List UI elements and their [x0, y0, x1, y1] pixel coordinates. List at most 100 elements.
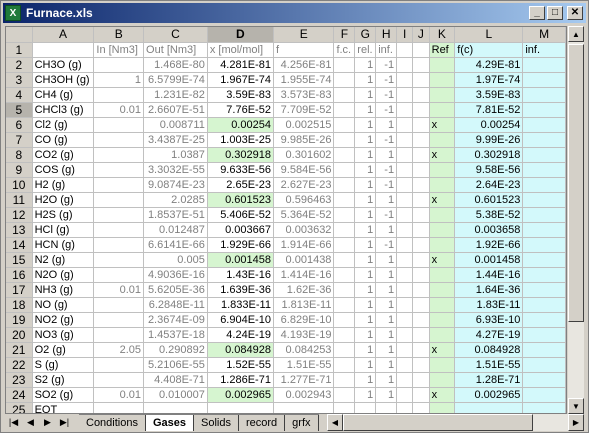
- row-header-18[interactable]: 18: [6, 297, 33, 313]
- cell-i20[interactable]: [396, 327, 414, 343]
- cell-a4[interactable]: CH4 (g): [32, 87, 95, 103]
- cell-g9[interactable]: 1: [354, 162, 377, 178]
- cell-i9[interactable]: [396, 162, 414, 178]
- cell-e2[interactable]: 4.256E-81: [273, 57, 335, 73]
- cell-j17[interactable]: [412, 282, 430, 298]
- cell-m7[interactable]: [522, 132, 566, 148]
- cell-c4[interactable]: 1.231E-82: [143, 87, 208, 103]
- cell-m14[interactable]: [522, 237, 566, 253]
- cell-f3[interactable]: [333, 72, 356, 88]
- cell-m19[interactable]: [522, 312, 566, 328]
- cell-a5[interactable]: CHCl3 (g): [32, 102, 95, 118]
- cell-a23[interactable]: S2 (g): [32, 372, 95, 388]
- cell-d18[interactable]: 1.833E-11: [207, 297, 274, 313]
- cell-j21[interactable]: [412, 342, 430, 358]
- cell-k7[interactable]: [429, 132, 456, 148]
- sheet-tab-record[interactable]: record: [238, 415, 286, 431]
- cell-j12[interactable]: [412, 207, 430, 223]
- cell-e19[interactable]: 6.829E-10: [273, 312, 335, 328]
- cell-l20[interactable]: 4.27E-19: [454, 327, 524, 343]
- cell-e12[interactable]: 5.364E-52: [273, 207, 335, 223]
- cell-g25[interactable]: [354, 402, 377, 413]
- cell-h25[interactable]: [375, 402, 398, 413]
- cell-e7[interactable]: 9.985E-26: [273, 132, 335, 148]
- cell-k8[interactable]: x: [429, 147, 456, 163]
- cell-l24[interactable]: 0.002965: [454, 387, 524, 403]
- cell-b11[interactable]: [93, 192, 145, 208]
- cell-d23[interactable]: 1.286E-71: [207, 372, 274, 388]
- cell-j14[interactable]: [412, 237, 430, 253]
- cell-c18[interactable]: 6.2848E-11: [143, 297, 208, 313]
- prev-sheet-button[interactable]: ◀: [22, 417, 39, 428]
- cell-l6[interactable]: 0.00254: [454, 117, 524, 133]
- horizontal-scroll-thumb[interactable]: [343, 414, 533, 431]
- cell-j7[interactable]: [412, 132, 430, 148]
- cell-e3[interactable]: 1.955E-74: [273, 72, 335, 88]
- row-header-17[interactable]: 17: [6, 282, 33, 298]
- cell-d15[interactable]: 0.001458: [207, 252, 274, 268]
- cell-e4[interactable]: 3.573E-83: [273, 87, 335, 103]
- cell-e18[interactable]: 1.813E-11: [273, 297, 335, 313]
- cell-j20[interactable]: [412, 327, 430, 343]
- sheet-tab-grfx[interactable]: grfx: [285, 415, 319, 431]
- cell-i23[interactable]: [396, 372, 414, 388]
- cell-j4[interactable]: [412, 87, 430, 103]
- row-header-16[interactable]: 16: [6, 267, 33, 283]
- cell-c19[interactable]: 2.3674E-09: [143, 312, 208, 328]
- cell-b24[interactable]: 0.01: [93, 387, 145, 403]
- cell-c13[interactable]: 0.012487: [143, 222, 208, 238]
- cell-e13[interactable]: 0.003632: [273, 222, 335, 238]
- cell-h9[interactable]: -1: [375, 162, 398, 178]
- cell-f16[interactable]: [333, 267, 356, 283]
- row-header-7[interactable]: 7: [6, 132, 33, 148]
- cell-h16[interactable]: 1: [375, 267, 398, 283]
- cell-j15[interactable]: [412, 252, 430, 268]
- maximize-button[interactable]: □: [547, 6, 563, 20]
- cell-i18[interactable]: [396, 297, 414, 313]
- row-header-6[interactable]: 6: [6, 117, 33, 133]
- cell-a12[interactable]: H2S (g): [32, 207, 95, 223]
- cell-g12[interactable]: 1: [354, 207, 377, 223]
- cell-l17[interactable]: 1.64E-36: [454, 282, 524, 298]
- vertical-scrollbar[interactable]: ▲ ▼: [568, 26, 584, 414]
- row-header-8[interactable]: 8: [6, 147, 33, 163]
- cell-d6[interactable]: 0.00254: [207, 117, 274, 133]
- cell-j19[interactable]: [412, 312, 430, 328]
- column-header-e[interactable]: E: [273, 27, 335, 43]
- cell-d25[interactable]: [207, 402, 274, 413]
- cell-k17[interactable]: [429, 282, 456, 298]
- cell-d22[interactable]: 1.52E-55: [207, 357, 274, 373]
- cell-j8[interactable]: [412, 147, 430, 163]
- cell-d14[interactable]: 1.929E-66: [207, 237, 274, 253]
- cell-h21[interactable]: 1: [375, 342, 398, 358]
- cell-a2[interactable]: CH3O (g): [32, 57, 95, 73]
- cell-i21[interactable]: [396, 342, 414, 358]
- cell-i8[interactable]: [396, 147, 414, 163]
- row-header-22[interactable]: 22: [6, 357, 33, 373]
- cell-j3[interactable]: [412, 72, 430, 88]
- cell-i14[interactable]: [396, 237, 414, 253]
- cell-e23[interactable]: 1.277E-71: [273, 372, 335, 388]
- cell-f10[interactable]: [333, 177, 356, 193]
- column-header-i[interactable]: I: [396, 27, 414, 43]
- cell-d11[interactable]: 0.601523: [207, 192, 274, 208]
- row-header-20[interactable]: 20: [6, 327, 33, 343]
- cell-e25[interactable]: [273, 402, 335, 413]
- cell-c8[interactable]: 1.0387: [143, 147, 208, 163]
- row-header-5[interactable]: 5: [6, 102, 33, 118]
- cell-i13[interactable]: [396, 222, 414, 238]
- cell-g23[interactable]: 1: [354, 372, 377, 388]
- minimize-button[interactable]: _: [529, 6, 545, 20]
- cell-c10[interactable]: 9.0874E-23: [143, 177, 208, 193]
- cell-j5[interactable]: [412, 102, 430, 118]
- cell-l18[interactable]: 1.83E-11: [454, 297, 524, 313]
- cell-c25[interactable]: [143, 402, 208, 413]
- cell-l8[interactable]: 0.302918: [454, 147, 524, 163]
- cell-m12[interactable]: [522, 207, 566, 223]
- cell-i6[interactable]: [396, 117, 414, 133]
- cell-g13[interactable]: 1: [354, 222, 377, 238]
- cell-b15[interactable]: [93, 252, 145, 268]
- cell-l5[interactable]: 7.81E-52: [454, 102, 524, 118]
- cell-b18[interactable]: [93, 297, 145, 313]
- cell-b13[interactable]: [93, 222, 145, 238]
